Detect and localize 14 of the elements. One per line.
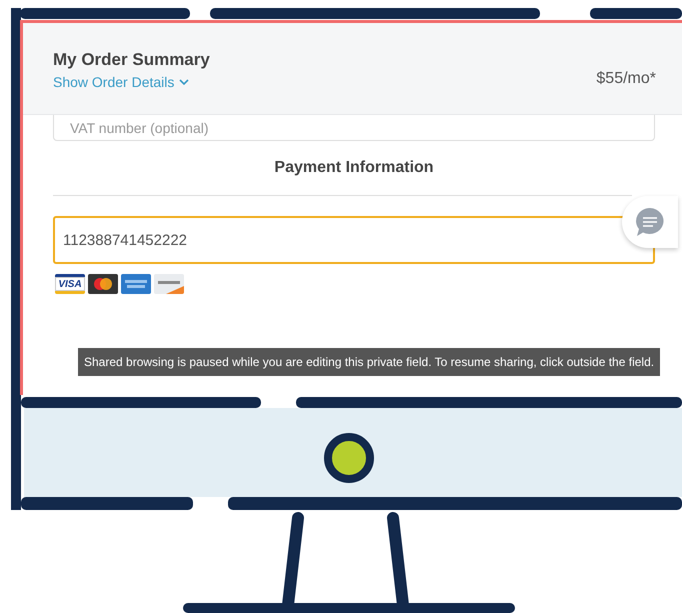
mastercard-logo-icon — [88, 274, 118, 294]
discover-card-logo-icon — [154, 274, 184, 294]
chat-bubble-icon — [634, 206, 666, 238]
order-summary-title: My Order Summary — [53, 50, 210, 70]
visa-card-logo: VISA — [55, 274, 85, 294]
shared-browsing-tooltip: Shared browsing is paused while you are editing this private field. To resume sharing, click outside the field. — [78, 348, 660, 376]
power-button-icon — [324, 433, 374, 483]
chat-button[interactable] — [622, 196, 678, 248]
payment-information-heading: Payment Information — [273, 159, 435, 177]
amex-card-logo-icon — [121, 274, 151, 294]
vat-number-field[interactable]: VAT number (optional) — [53, 115, 655, 141]
card-number-field[interactable]: 112388741452222 — [53, 216, 655, 264]
chevron-down-icon — [179, 78, 190, 86]
price-text: $55/mo* — [596, 70, 656, 88]
